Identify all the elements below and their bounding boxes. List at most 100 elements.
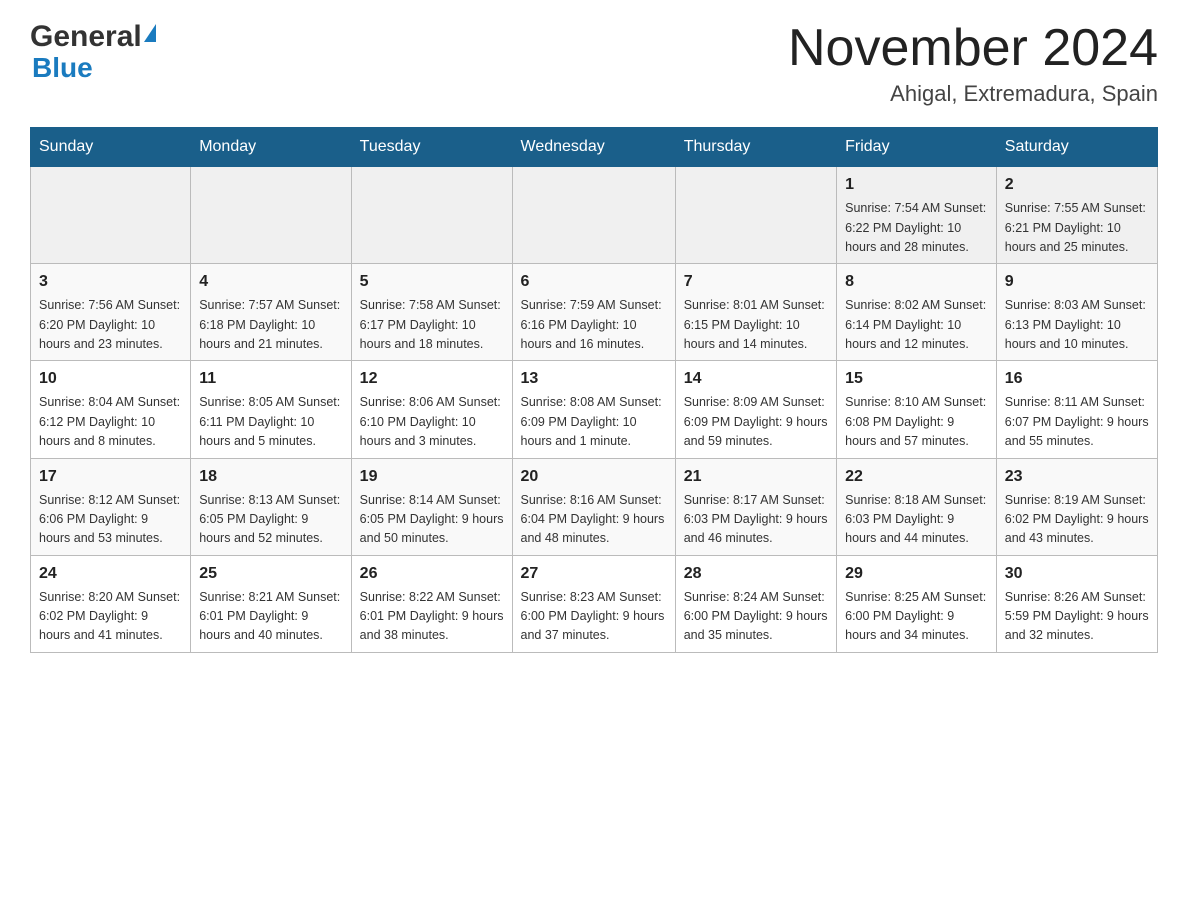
calendar-cell: 30Sunrise: 8:26 AM Sunset: 5:59 PM Dayli…: [996, 555, 1157, 652]
day-number: 28: [684, 562, 828, 586]
day-number: 17: [39, 465, 182, 489]
weekday-header-sunday: Sunday: [31, 128, 191, 167]
calendar-cell: 10Sunrise: 8:04 AM Sunset: 6:12 PM Dayli…: [31, 361, 191, 458]
day-info: Sunrise: 8:17 AM Sunset: 6:03 PM Dayligh…: [684, 491, 828, 549]
calendar-table: SundayMondayTuesdayWednesdayThursdayFrid…: [30, 127, 1158, 653]
calendar-week-row: 3Sunrise: 7:56 AM Sunset: 6:20 PM Daylig…: [31, 264, 1158, 361]
day-number: 27: [521, 562, 667, 586]
day-number: 29: [845, 562, 988, 586]
calendar-cell: [31, 167, 191, 264]
calendar-week-row: 1Sunrise: 7:54 AM Sunset: 6:22 PM Daylig…: [31, 167, 1158, 264]
day-info: Sunrise: 7:59 AM Sunset: 6:16 PM Dayligh…: [521, 296, 667, 354]
day-info: Sunrise: 8:13 AM Sunset: 6:05 PM Dayligh…: [199, 491, 342, 549]
weekday-header-monday: Monday: [191, 128, 351, 167]
logo-blue: Blue: [32, 52, 93, 84]
day-number: 4: [199, 270, 342, 294]
logo-triangle-icon: [144, 24, 156, 42]
day-number: 14: [684, 367, 828, 391]
weekday-header-tuesday: Tuesday: [351, 128, 512, 167]
calendar-cell: 9Sunrise: 8:03 AM Sunset: 6:13 PM Daylig…: [996, 264, 1157, 361]
day-info: Sunrise: 8:16 AM Sunset: 6:04 PM Dayligh…: [521, 491, 667, 549]
day-number: 30: [1005, 562, 1149, 586]
day-number: 2: [1005, 173, 1149, 197]
day-number: 10: [39, 367, 182, 391]
day-info: Sunrise: 8:24 AM Sunset: 6:00 PM Dayligh…: [684, 588, 828, 646]
day-number: 20: [521, 465, 667, 489]
day-info: Sunrise: 8:01 AM Sunset: 6:15 PM Dayligh…: [684, 296, 828, 354]
calendar-cell: [512, 167, 675, 264]
location-title: Ahigal, Extremadura, Spain: [788, 81, 1158, 107]
day-info: Sunrise: 8:06 AM Sunset: 6:10 PM Dayligh…: [360, 393, 504, 451]
day-number: 24: [39, 562, 182, 586]
calendar-cell: 6Sunrise: 7:59 AM Sunset: 6:16 PM Daylig…: [512, 264, 675, 361]
day-number: 23: [1005, 465, 1149, 489]
day-info: Sunrise: 8:08 AM Sunset: 6:09 PM Dayligh…: [521, 393, 667, 451]
calendar-cell: 15Sunrise: 8:10 AM Sunset: 6:08 PM Dayli…: [837, 361, 997, 458]
day-info: Sunrise: 8:23 AM Sunset: 6:00 PM Dayligh…: [521, 588, 667, 646]
day-number: 8: [845, 270, 988, 294]
day-info: Sunrise: 8:12 AM Sunset: 6:06 PM Dayligh…: [39, 491, 182, 549]
day-number: 11: [199, 367, 342, 391]
calendar-cell: 28Sunrise: 8:24 AM Sunset: 6:00 PM Dayli…: [675, 555, 836, 652]
day-number: 7: [684, 270, 828, 294]
calendar-cell: 24Sunrise: 8:20 AM Sunset: 6:02 PM Dayli…: [31, 555, 191, 652]
day-info: Sunrise: 7:55 AM Sunset: 6:21 PM Dayligh…: [1005, 199, 1149, 257]
calendar-cell: 4Sunrise: 7:57 AM Sunset: 6:18 PM Daylig…: [191, 264, 351, 361]
day-number: 16: [1005, 367, 1149, 391]
day-number: 22: [845, 465, 988, 489]
calendar-week-row: 24Sunrise: 8:20 AM Sunset: 6:02 PM Dayli…: [31, 555, 1158, 652]
calendar-cell: 1Sunrise: 7:54 AM Sunset: 6:22 PM Daylig…: [837, 167, 997, 264]
day-info: Sunrise: 7:57 AM Sunset: 6:18 PM Dayligh…: [199, 296, 342, 354]
calendar-cell: 16Sunrise: 8:11 AM Sunset: 6:07 PM Dayli…: [996, 361, 1157, 458]
calendar-cell: 2Sunrise: 7:55 AM Sunset: 6:21 PM Daylig…: [996, 167, 1157, 264]
title-area: November 2024 Ahigal, Extremadura, Spain: [788, 20, 1158, 107]
calendar-cell: [191, 167, 351, 264]
day-number: 9: [1005, 270, 1149, 294]
calendar-week-row: 17Sunrise: 8:12 AM Sunset: 6:06 PM Dayli…: [31, 458, 1158, 555]
calendar-cell: 8Sunrise: 8:02 AM Sunset: 6:14 PM Daylig…: [837, 264, 997, 361]
day-number: 19: [360, 465, 504, 489]
day-number: 6: [521, 270, 667, 294]
calendar-cell: 22Sunrise: 8:18 AM Sunset: 6:03 PM Dayli…: [837, 458, 997, 555]
day-info: Sunrise: 8:04 AM Sunset: 6:12 PM Dayligh…: [39, 393, 182, 451]
day-number: 3: [39, 270, 182, 294]
calendar-cell: 3Sunrise: 7:56 AM Sunset: 6:20 PM Daylig…: [31, 264, 191, 361]
calendar-cell: 18Sunrise: 8:13 AM Sunset: 6:05 PM Dayli…: [191, 458, 351, 555]
day-number: 13: [521, 367, 667, 391]
calendar-cell: 27Sunrise: 8:23 AM Sunset: 6:00 PM Dayli…: [512, 555, 675, 652]
day-info: Sunrise: 8:25 AM Sunset: 6:00 PM Dayligh…: [845, 588, 988, 646]
calendar-cell: 25Sunrise: 8:21 AM Sunset: 6:01 PM Dayli…: [191, 555, 351, 652]
page-header: General Blue November 2024 Ahigal, Extre…: [30, 20, 1158, 107]
day-info: Sunrise: 8:14 AM Sunset: 6:05 PM Dayligh…: [360, 491, 504, 549]
calendar-cell: 14Sunrise: 8:09 AM Sunset: 6:09 PM Dayli…: [675, 361, 836, 458]
weekday-header-friday: Friday: [837, 128, 997, 167]
day-info: Sunrise: 8:20 AM Sunset: 6:02 PM Dayligh…: [39, 588, 182, 646]
calendar-cell: 23Sunrise: 8:19 AM Sunset: 6:02 PM Dayli…: [996, 458, 1157, 555]
calendar-cell: [675, 167, 836, 264]
calendar-cell: 21Sunrise: 8:17 AM Sunset: 6:03 PM Dayli…: [675, 458, 836, 555]
day-info: Sunrise: 8:10 AM Sunset: 6:08 PM Dayligh…: [845, 393, 988, 451]
calendar-cell: 12Sunrise: 8:06 AM Sunset: 6:10 PM Dayli…: [351, 361, 512, 458]
calendar-cell: 29Sunrise: 8:25 AM Sunset: 6:00 PM Dayli…: [837, 555, 997, 652]
day-number: 5: [360, 270, 504, 294]
day-number: 1: [845, 173, 988, 197]
day-number: 26: [360, 562, 504, 586]
weekday-header-saturday: Saturday: [996, 128, 1157, 167]
day-info: Sunrise: 8:02 AM Sunset: 6:14 PM Dayligh…: [845, 296, 988, 354]
day-info: Sunrise: 7:54 AM Sunset: 6:22 PM Dayligh…: [845, 199, 988, 257]
weekday-header-thursday: Thursday: [675, 128, 836, 167]
calendar-cell: 17Sunrise: 8:12 AM Sunset: 6:06 PM Dayli…: [31, 458, 191, 555]
day-info: Sunrise: 7:58 AM Sunset: 6:17 PM Dayligh…: [360, 296, 504, 354]
day-number: 18: [199, 465, 342, 489]
weekday-header-row: SundayMondayTuesdayWednesdayThursdayFrid…: [31, 128, 1158, 167]
day-info: Sunrise: 8:22 AM Sunset: 6:01 PM Dayligh…: [360, 588, 504, 646]
calendar-cell: 20Sunrise: 8:16 AM Sunset: 6:04 PM Dayli…: [512, 458, 675, 555]
day-info: Sunrise: 8:09 AM Sunset: 6:09 PM Dayligh…: [684, 393, 828, 451]
calendar-cell: 5Sunrise: 7:58 AM Sunset: 6:17 PM Daylig…: [351, 264, 512, 361]
day-info: Sunrise: 8:19 AM Sunset: 6:02 PM Dayligh…: [1005, 491, 1149, 549]
day-info: Sunrise: 8:05 AM Sunset: 6:11 PM Dayligh…: [199, 393, 342, 451]
calendar-week-row: 10Sunrise: 8:04 AM Sunset: 6:12 PM Dayli…: [31, 361, 1158, 458]
day-number: 25: [199, 562, 342, 586]
day-info: Sunrise: 8:21 AM Sunset: 6:01 PM Dayligh…: [199, 588, 342, 646]
calendar-cell: 19Sunrise: 8:14 AM Sunset: 6:05 PM Dayli…: [351, 458, 512, 555]
